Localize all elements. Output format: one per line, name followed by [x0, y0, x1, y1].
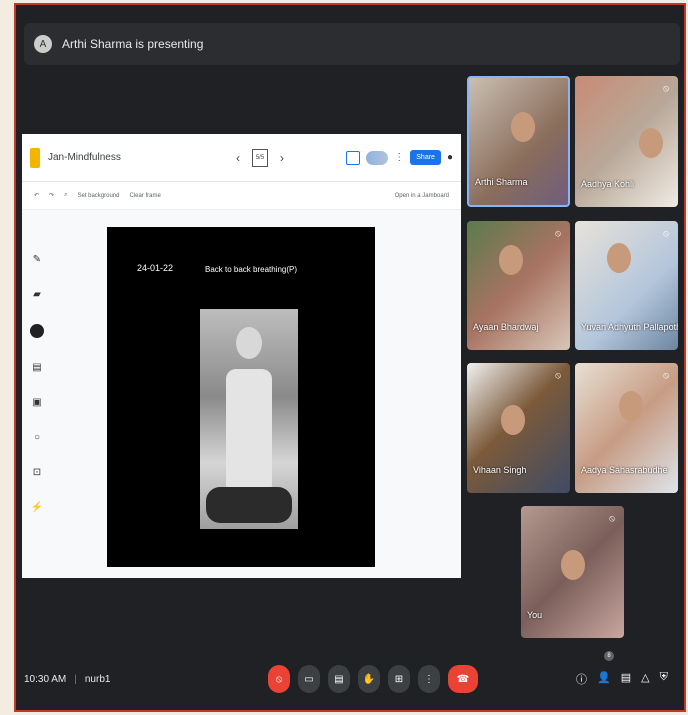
- participant-video: [607, 243, 631, 273]
- clear-frame-label: Clear frame: [129, 192, 161, 199]
- participant-name: Yuvan Adhyuth Pallapothula: [581, 322, 678, 332]
- self-tile[interactable]: ⦸ You: [521, 506, 624, 638]
- participant-tile[interactable]: ⦸ Aadhya Kohli: [575, 76, 678, 207]
- account-avatar: ●: [446, 152, 453, 163]
- camera-icon: ▭: [304, 673, 314, 685]
- more-icon: ⋮: [424, 673, 434, 685]
- breathing-photo: [200, 309, 298, 529]
- captions-icon: ▤: [334, 673, 344, 685]
- mic-off-icon: ⦸: [555, 228, 561, 238]
- participant-count-badge: 8: [604, 651, 614, 661]
- share-button: Share: [410, 150, 441, 165]
- next-frame-icon: ›: [280, 150, 284, 165]
- more-vert-icon: ⋮: [394, 152, 405, 163]
- meeting-time: 10:30 AM: [24, 673, 67, 685]
- participant-tile[interactable]: ⦸ Aadya Sahasrabudhe: [575, 363, 678, 493]
- participant-name: Aadya Sahasrabudhe: [581, 465, 668, 475]
- camera-toggle-button[interactable]: ▭: [298, 665, 320, 693]
- presented-screen: Jan-Mindfulness ‹ 5/5 › ⋮ Share ● ↶ ↷ ⌕ …: [22, 134, 461, 578]
- presenting-label: Arthi Sharma is presenting: [62, 37, 204, 51]
- participant-tile[interactable]: Arthi Sharma: [467, 76, 570, 207]
- participant-name: Aadhya Kohli: [581, 179, 635, 189]
- meeting-controls-bar: 10:30 AM | nurb1 ⦸ ▭ ▤ ✋ ⊞ ⋮ ☎ ⓘ 👤 ▤ △ ⛨…: [16, 651, 688, 699]
- mic-toggle-button[interactable]: ⦸: [268, 665, 290, 693]
- jamboard-header: Jan-Mindfulness ‹ 5/5 › ⋮ Share ●: [22, 134, 461, 182]
- slide-canvas: 24-01-22 Back to back breathing(P): [107, 227, 375, 567]
- side-controls: ⓘ 👤 ▤ △ ⛨: [576, 671, 668, 687]
- shape-icon: ○: [33, 432, 41, 443]
- info-icon[interactable]: ⓘ: [576, 671, 587, 687]
- present-icon: [346, 150, 361, 165]
- participant-name: Arthi Sharma: [475, 177, 528, 187]
- activities-icon[interactable]: △: [641, 671, 649, 687]
- participant-video: [499, 245, 523, 275]
- eraser-icon: ▰: [33, 289, 41, 300]
- raise-hand-icon: ✋: [362, 673, 376, 685]
- open-jamboard-label: Open in a Jamboard: [394, 192, 449, 199]
- present-icon: ⊞: [394, 673, 404, 685]
- photo-figure-body: [226, 369, 272, 489]
- participant-video: [639, 128, 663, 158]
- people-icon[interactable]: 👤: [597, 671, 611, 687]
- end-call-icon: ☎: [456, 673, 470, 685]
- meeting-code: nurb1: [84, 673, 111, 685]
- captions-button[interactable]: ▤: [328, 665, 350, 693]
- image-icon: ▣: [32, 397, 42, 408]
- redo-icon: ↷: [49, 193, 55, 199]
- participant-video: [511, 112, 535, 142]
- participant-tile[interactable]: ⦸ Vihaan Singh: [467, 363, 570, 493]
- jamboard-toolbar: ↶ ↷ ⌕ Set background Clear frame Open in…: [22, 182, 461, 210]
- end-call-button[interactable]: ☎: [448, 665, 478, 693]
- mic-off-icon: ⦸: [663, 83, 669, 93]
- presenter-avatar: A: [34, 35, 52, 53]
- zoom-icon: ⌕: [64, 192, 68, 198]
- call-controls: ⦸ ▭ ▤ ✋ ⊞ ⋮ ☎: [268, 665, 478, 693]
- presentation-banner: A Arthi Sharma is presenting: [24, 23, 680, 65]
- mic-off-icon: ⦸: [609, 513, 615, 523]
- meet-window: A Arthi Sharma is presenting Jan-Mindful…: [14, 3, 686, 712]
- participant-video: [619, 391, 643, 421]
- host-controls-icon[interactable]: ⛨: [660, 671, 668, 687]
- more-options-button[interactable]: ⋮: [418, 665, 440, 693]
- raise-hand-button[interactable]: ✋: [358, 665, 380, 693]
- participant-video: [501, 405, 525, 435]
- set-background-label: Set background: [77, 192, 120, 199]
- participant-name: Ayaan Bhardwaj: [473, 322, 539, 332]
- participant-tile[interactable]: ⦸ Yuvan Adhyuth Pallapothula: [575, 221, 678, 350]
- participant-name: You: [527, 610, 543, 620]
- pen-icon: ✎: [32, 254, 42, 265]
- jamboard-title: Jan-Mindfulness: [48, 152, 121, 163]
- frame-counter: 5/5: [252, 148, 268, 167]
- collaborators-avatars: [366, 150, 389, 165]
- textbox-icon: ⊡: [32, 467, 42, 478]
- laser-icon: ⚡: [30, 502, 44, 513]
- photo-figure-head: [236, 327, 262, 359]
- present-button[interactable]: ⊞: [388, 665, 410, 693]
- mic-off-icon: ⦸: [275, 673, 283, 685]
- mic-off-icon: ⦸: [555, 370, 561, 380]
- frame-navigator: ‹ 5/5 ›: [236, 148, 284, 167]
- mic-off-icon: ⦸: [663, 370, 669, 380]
- self-video: [561, 550, 585, 580]
- participant-tile[interactable]: ⦸ Ayaan Bhardwaj: [467, 221, 570, 350]
- meeting-details: 10:30 AM | nurb1: [24, 673, 111, 685]
- undo-icon: ↶: [34, 193, 40, 199]
- jamboard-tools: ✎ ▰ ▤ ▣ ○ ⊡ ⚡: [28, 254, 46, 554]
- prev-frame-icon: ‹: [236, 150, 240, 165]
- participant-name: Vihaan Singh: [473, 465, 527, 475]
- jamboard-logo-icon: [30, 147, 40, 168]
- select-icon: [30, 324, 44, 338]
- photo-figure-legs: [206, 487, 292, 523]
- slide-caption: Back to back breathing(P): [205, 265, 298, 274]
- chat-icon[interactable]: ▤: [621, 671, 631, 687]
- slide-date: 24-01-22: [137, 263, 174, 273]
- mic-off-icon: ⦸: [663, 228, 669, 238]
- sticky-note-icon: ▤: [32, 362, 42, 373]
